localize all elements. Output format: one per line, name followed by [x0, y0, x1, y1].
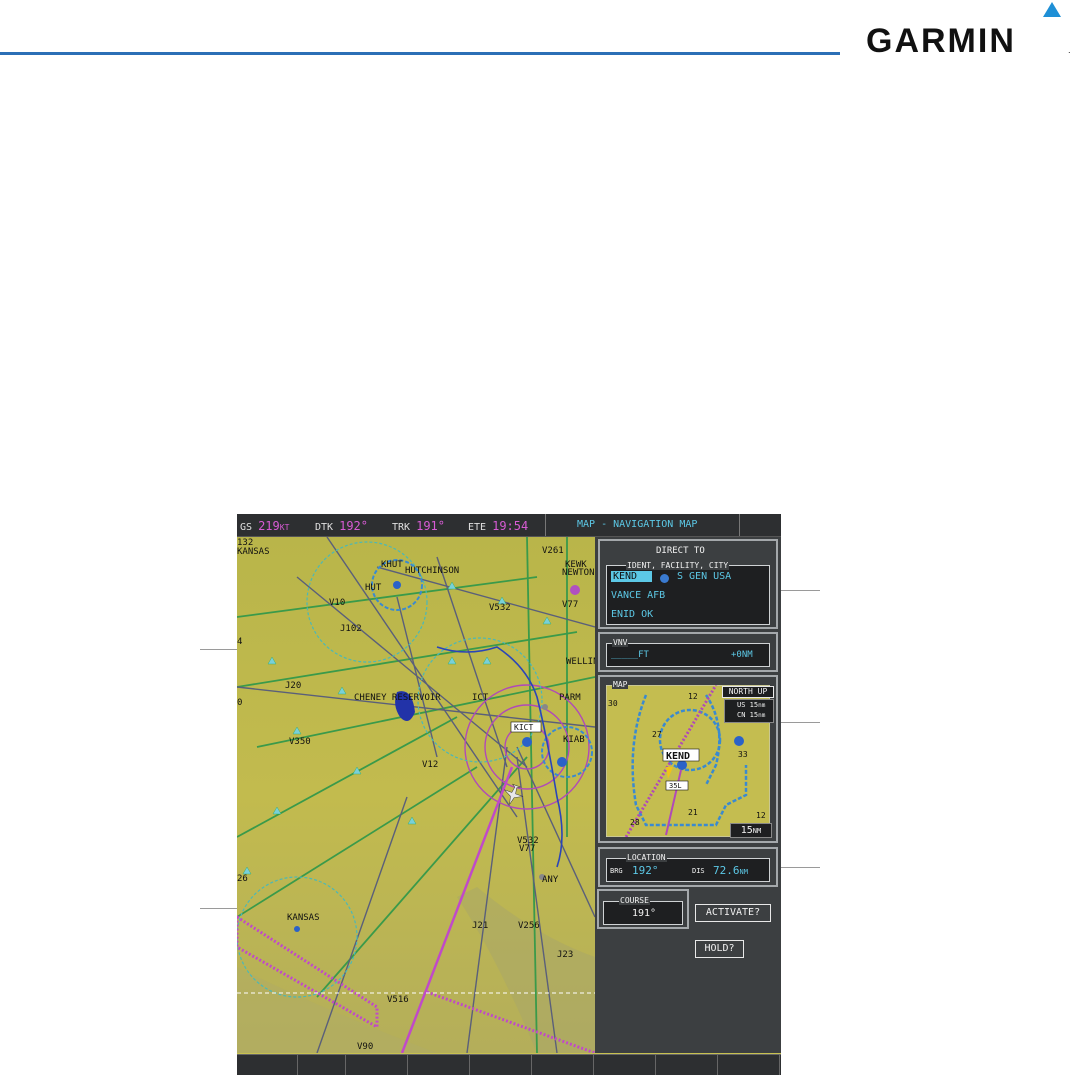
svg-text:J23: J23	[557, 950, 573, 960]
svg-text:HUTCHINSON: HUTCHINSON	[405, 566, 459, 576]
svg-text:27: 27	[652, 730, 662, 739]
callout-line-right-3	[778, 867, 820, 868]
svg-text:V350: V350	[289, 737, 311, 747]
garmin-delta-icon	[1043, 2, 1061, 17]
brg-value: 192°	[632, 864, 659, 877]
svg-text:V261: V261	[542, 546, 564, 556]
dtk-field: DTK 192°	[315, 519, 368, 533]
svg-text:KANSAS: KANSAS	[287, 913, 320, 923]
hold-button[interactable]: HOLD?	[695, 940, 744, 958]
course-box: 191° COURSE	[597, 889, 689, 929]
svg-text:KIAB: KIAB	[563, 735, 585, 745]
trk-field: TRK 191°	[392, 519, 445, 533]
svg-text:21: 21	[688, 808, 698, 817]
ete-field: ETE 19:54	[468, 519, 529, 533]
vnv-altitude[interactable]: _____FT	[611, 650, 649, 660]
facility-city: ENID OK	[611, 609, 654, 620]
vnv-offset[interactable]: +0NM	[731, 650, 753, 660]
mfd-display: GS 219KT DTK 192° TRK 191° ETE 19:54 MAP…	[237, 514, 781, 1075]
svg-text:J21: J21	[472, 921, 488, 931]
softkey-3[interactable]	[347, 1055, 408, 1075]
ident-input[interactable]: KEND	[611, 571, 652, 582]
svg-text:J102: J102	[340, 624, 362, 634]
airport-info-icon	[660, 574, 669, 583]
callout-line-right-1	[778, 590, 820, 591]
nav-status-bar: GS 219KT DTK 192° TRK 191° ETE 19:54 MAP…	[237, 514, 781, 537]
svg-text:V516: V516	[387, 995, 409, 1005]
svg-text:35L: 35L	[669, 782, 682, 790]
svg-text:KHUT: KHUT	[381, 560, 403, 570]
softkey-4[interactable]	[409, 1055, 470, 1075]
softkey-8[interactable]	[657, 1055, 718, 1075]
range-legend-box: US 15nm CN 15nm	[724, 699, 774, 723]
softkey-9[interactable]	[719, 1055, 780, 1075]
map-range[interactable]: 15NM	[730, 823, 772, 838]
header-rule	[0, 52, 840, 55]
direct-to-title: DIRECT TO	[656, 546, 705, 556]
direct-to-box: DIRECT TO KEND S GEN USA VANCE AFB ENID …	[598, 539, 778, 629]
svg-text:ANY: ANY	[542, 875, 559, 885]
vnv-label: VNV	[612, 638, 629, 647]
facility-name: VANCE AFB	[611, 590, 666, 601]
gs-field: GS 219KT	[240, 519, 290, 533]
svg-text:V10: V10	[329, 598, 345, 608]
softkey-5[interactable]	[471, 1055, 532, 1075]
svg-text:0: 0	[237, 698, 242, 708]
svg-text:V90: V90	[357, 1042, 373, 1052]
ident-label: IDENT, FACILITY, CITY	[626, 561, 730, 570]
softkey-7[interactable]	[595, 1055, 656, 1075]
svg-text:PARM: PARM	[559, 693, 581, 703]
registered-mark: .	[1068, 46, 1071, 55]
svg-text:12: 12	[688, 692, 698, 701]
svg-text:V77: V77	[519, 844, 535, 854]
garmin-logo: GARMIN	[866, 22, 1016, 60]
svg-text:V532: V532	[489, 603, 511, 613]
svg-text:J20: J20	[285, 681, 301, 691]
course-label: COURSE	[619, 896, 650, 905]
svg-text:28: 28	[630, 818, 640, 827]
mini-map-box: 30 12 27 33 12 21 28 KEND 35L MAP NORTH …	[598, 675, 778, 843]
svg-text:V77: V77	[562, 600, 578, 610]
brg-label: BRG	[610, 867, 623, 875]
softkey-6[interactable]	[533, 1055, 594, 1075]
cn-range: CN 15nm	[737, 711, 766, 719]
svg-text:V256: V256	[518, 921, 540, 931]
page-title: MAP - NAVIGATION MAP	[577, 519, 698, 530]
svg-text:30: 30	[608, 699, 618, 708]
svg-text:WELLINGTON: WELLINGTON	[566, 657, 595, 667]
svg-text:12: 12	[756, 811, 766, 820]
activate-button[interactable]: ACTIVATE?	[695, 904, 771, 922]
dis-value: 72.6NM	[713, 864, 748, 877]
svg-text:HUT: HUT	[365, 583, 382, 593]
svg-text:KEND: KEND	[666, 751, 690, 762]
course-value[interactable]: 191°	[632, 908, 656, 919]
direct-to-window: DIRECT TO KEND S GEN USA VANCE AFB ENID …	[595, 537, 781, 1053]
softkey-bar	[237, 1054, 781, 1075]
svg-text:4: 4	[237, 637, 242, 647]
facility-type: S GEN USA	[677, 571, 732, 582]
vnv-inner: _____FT +0NM	[606, 643, 770, 667]
north-up-badge: NORTH UP	[722, 686, 774, 698]
us-range: US 15nm	[737, 701, 766, 709]
mini-map-label: MAP	[612, 680, 629, 689]
svg-text:KANSAS: KANSAS	[237, 547, 270, 557]
vnv-box: _____FT +0NM VNV	[598, 632, 778, 672]
svg-text:V12: V12	[422, 760, 438, 770]
dis-label: DIS	[692, 867, 705, 875]
svg-text:NEWTON: NEWTON	[562, 568, 595, 578]
ident-box: KEND S GEN USA VANCE AFB ENID OK	[606, 565, 770, 625]
svg-text:33: 33	[738, 750, 748, 759]
location-box: BRG 192° DIS 72.6NM LOCATION	[598, 847, 778, 887]
softkey-2[interactable]	[285, 1055, 346, 1075]
svg-text:CHENEY RESERVOIR: CHENEY RESERVOIR	[354, 693, 441, 703]
navigation-map[interactable]: 132 KANSAS KHUT HUTCHINSON HUT V261 KEWK…	[237, 537, 595, 1053]
location-label: LOCATION	[626, 853, 667, 862]
svg-text:KICT: KICT	[514, 723, 533, 732]
svg-text:26: 26	[237, 874, 248, 884]
svg-text:ICT: ICT	[472, 693, 489, 703]
